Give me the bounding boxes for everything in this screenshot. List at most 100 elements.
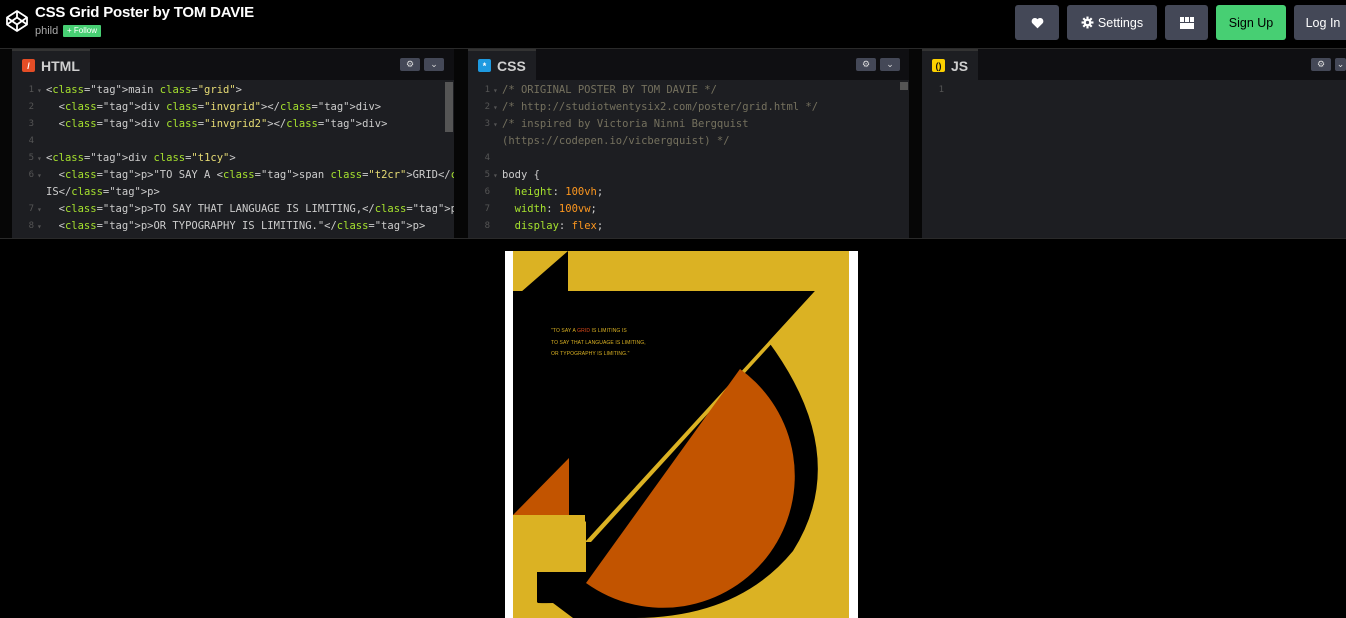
code-line: 1 ▾ /* ORIGINAL POSTER BY TOM DAVIE */ [468,82,909,99]
css-code[interactable]: 1 ▾/* ORIGINAL POSTER BY TOM DAVIE */2 ▾/*… [468,82,909,237]
poster-left-black-block [513,291,585,511]
css-editor-pane: * CSS ⚙ ⌄ 1 ▾/* ORIGINAL POSTER BY TOM DA… [468,49,909,239]
line-number: 2 [484,102,490,112]
tab-html-label: HTML [41,57,80,74]
tab-js-label: JS [951,57,969,74]
gear-icon: ⚙ [405,59,415,69]
code-text: width: 100vw; [514,203,597,215]
css-icon: * [478,59,491,72]
poster-quote-line-1: "TO SAY A GRID IS LIMITING IS [551,328,627,334]
gear-icon: ⚙ [1316,59,1326,69]
code-text: <class="tag">div class="invgrid2"></clas… [46,118,388,130]
line-number: 6 [484,187,490,197]
follow-label: Follow [73,26,98,35]
js-editor-pane: () JS ⚙ ⌄ 1 [922,49,1346,239]
js-icon: () [932,59,945,72]
like-button[interactable] [1015,5,1059,40]
poster-quote-line-2: TO SAY THAT LANGUAGE IS LIMITING, [551,339,646,346]
css-collapse-button[interactable]: ⌄ [880,58,900,71]
poster-yellow-block [513,515,537,618]
code-text: /* http://studiotwentysix2.com/poster/gr… [502,101,819,113]
tab-html[interactable]: / HTML [12,49,90,80]
line-number: 7 [28,204,34,214]
css-scrollbar[interactable] [900,82,908,90]
fold-toggle-icon[interactable]: ▾ [493,82,498,99]
fold-toggle-icon[interactable]: ▾ [493,99,498,116]
codepen-logo-icon[interactable] [5,9,29,33]
poster-quote-highlight: GRID [577,328,591,334]
preview-area: "TO SAY A GRID IS LIMITING IS TO SAY THA… [0,251,1346,618]
tab-js[interactable]: () JS [922,49,979,80]
code-line: 7 width: 100vw; [468,201,909,218]
change-view-button[interactable] [1165,5,1208,40]
poster-quote: "TO SAY A GRID IS LIMITING IS TO SAY THA… [551,326,646,361]
fold-toggle-icon[interactable]: ▾ [493,167,498,184]
code-text: <class="tag">main class="grid"> [46,84,242,96]
fold-toggle-icon[interactable]: ▾ [37,218,42,235]
code-line: 1 [922,82,1346,99]
tab-css-label: CSS [497,57,526,74]
layout-icon [1179,16,1194,29]
poster-artwork [513,251,818,618]
header: CSS Grid Poster by TOM DAVIE phild + Fol… [0,0,1346,48]
code-line: 1 ▾ <class="tag">main class="grid"> [12,82,454,99]
html-code[interactable]: 1 ▾ <class="tag">main class="grid"> 2 <clas… [12,82,454,237]
fold-toggle-icon[interactable]: ▾ [37,150,42,167]
code-text: height: 100vh; [514,186,604,198]
code-line: 6 height: 100vh; [468,184,909,201]
fold-toggle-icon[interactable]: ▾ [493,116,498,133]
code-text: (https://codepen.io/vicbergquist) */ [502,135,730,147]
author-name[interactable]: phild [35,25,58,37]
js-collapse-button[interactable]: ⌄ [1335,58,1346,71]
editor-area: / HTML ⚙ ⌄ 1 ▾ <class="tag">main class="gr… [0,48,1346,239]
html-scrollbar[interactable] [445,82,453,132]
html-settings-button[interactable]: ⚙ [400,58,420,71]
code-line: 4 [12,133,454,150]
code-text: display: flex; [514,220,604,232]
chevron-down-icon: ⌄ [886,59,894,69]
code-line: (https://codepen.io/vicbergquist) */ [468,133,909,150]
css-editor-header: * CSS ⚙ ⌄ [468,49,909,80]
signup-button[interactable]: Sign Up [1216,5,1286,40]
code-line: 2 <class="tag">div class="invgrid"></cla… [12,99,454,116]
pen-title: CSS Grid Poster by TOM DAVIE [35,4,254,21]
gear-icon [1081,16,1094,29]
grid-poster: "TO SAY A GRID IS LIMITING IS TO SAY THA… [513,251,849,618]
follow-button[interactable]: + Follow [63,25,102,37]
gear-icon: ⚙ [861,59,871,69]
code-line: 3 <class="tag">div class="invgrid2"></cl… [12,116,454,133]
code-line: 5 ▾ <class="tag">div class="t1cy"> [12,150,454,167]
html-collapse-button[interactable]: ⌄ [424,58,444,71]
line-number: 1 [28,85,34,95]
line-number: 4 [28,136,34,146]
fold-toggle-icon[interactable]: ▾ [37,167,42,184]
code-line: 5 ▾ body { [468,167,909,184]
line-number: 3 [484,119,490,129]
code-text: <class="tag">div class="invgrid"></class… [46,101,382,113]
line-number: 2 [28,102,34,112]
code-text: <class="tag">p>TO SAY THAT LANGUAGE IS L… [46,203,454,215]
code-text: /* ORIGINAL POSTER BY TOM DAVIE */ [502,84,717,96]
login-button[interactable]: Log In [1294,5,1346,40]
js-editor-header: () JS ⚙ ⌄ [922,49,1346,80]
css-settings-button[interactable]: ⚙ [856,58,876,71]
settings-button[interactable]: Settings [1067,5,1157,40]
fold-toggle-icon[interactable]: ▾ [37,201,42,218]
line-number: 5 [484,170,490,180]
poster-quote-line-3: OR TYPOGRAPHY IS LIMITING." [551,351,630,357]
code-line: 7 ▾ <class="tag">p>TO SAY THAT LANGUAGE I… [12,201,454,218]
code-line: 3 ▾ /* inspired by Victoria Ninni Bergquis… [468,116,909,133]
line-number: 3 [28,119,34,129]
line-number: 6 [28,170,34,180]
line-number: 4 [484,153,490,163]
js-code[interactable]: 1 [922,82,1346,237]
tab-css[interactable]: * CSS [468,49,536,80]
code-line: 8 ▾ <class="tag">p>OR TYPOGRAPHY IS LIMIT… [12,218,454,235]
html-editor-pane: / HTML ⚙ ⌄ 1 ▾ <class="tag">main class="gr… [12,49,454,239]
fold-toggle-icon[interactable]: ▾ [37,82,42,99]
resize-bar[interactable] [0,238,1346,251]
settings-label: Settings [1097,15,1144,30]
js-settings-button[interactable]: ⚙ [1311,58,1331,71]
html-editor-header: / HTML ⚙ ⌄ [12,49,454,80]
heart-icon [1031,17,1043,28]
